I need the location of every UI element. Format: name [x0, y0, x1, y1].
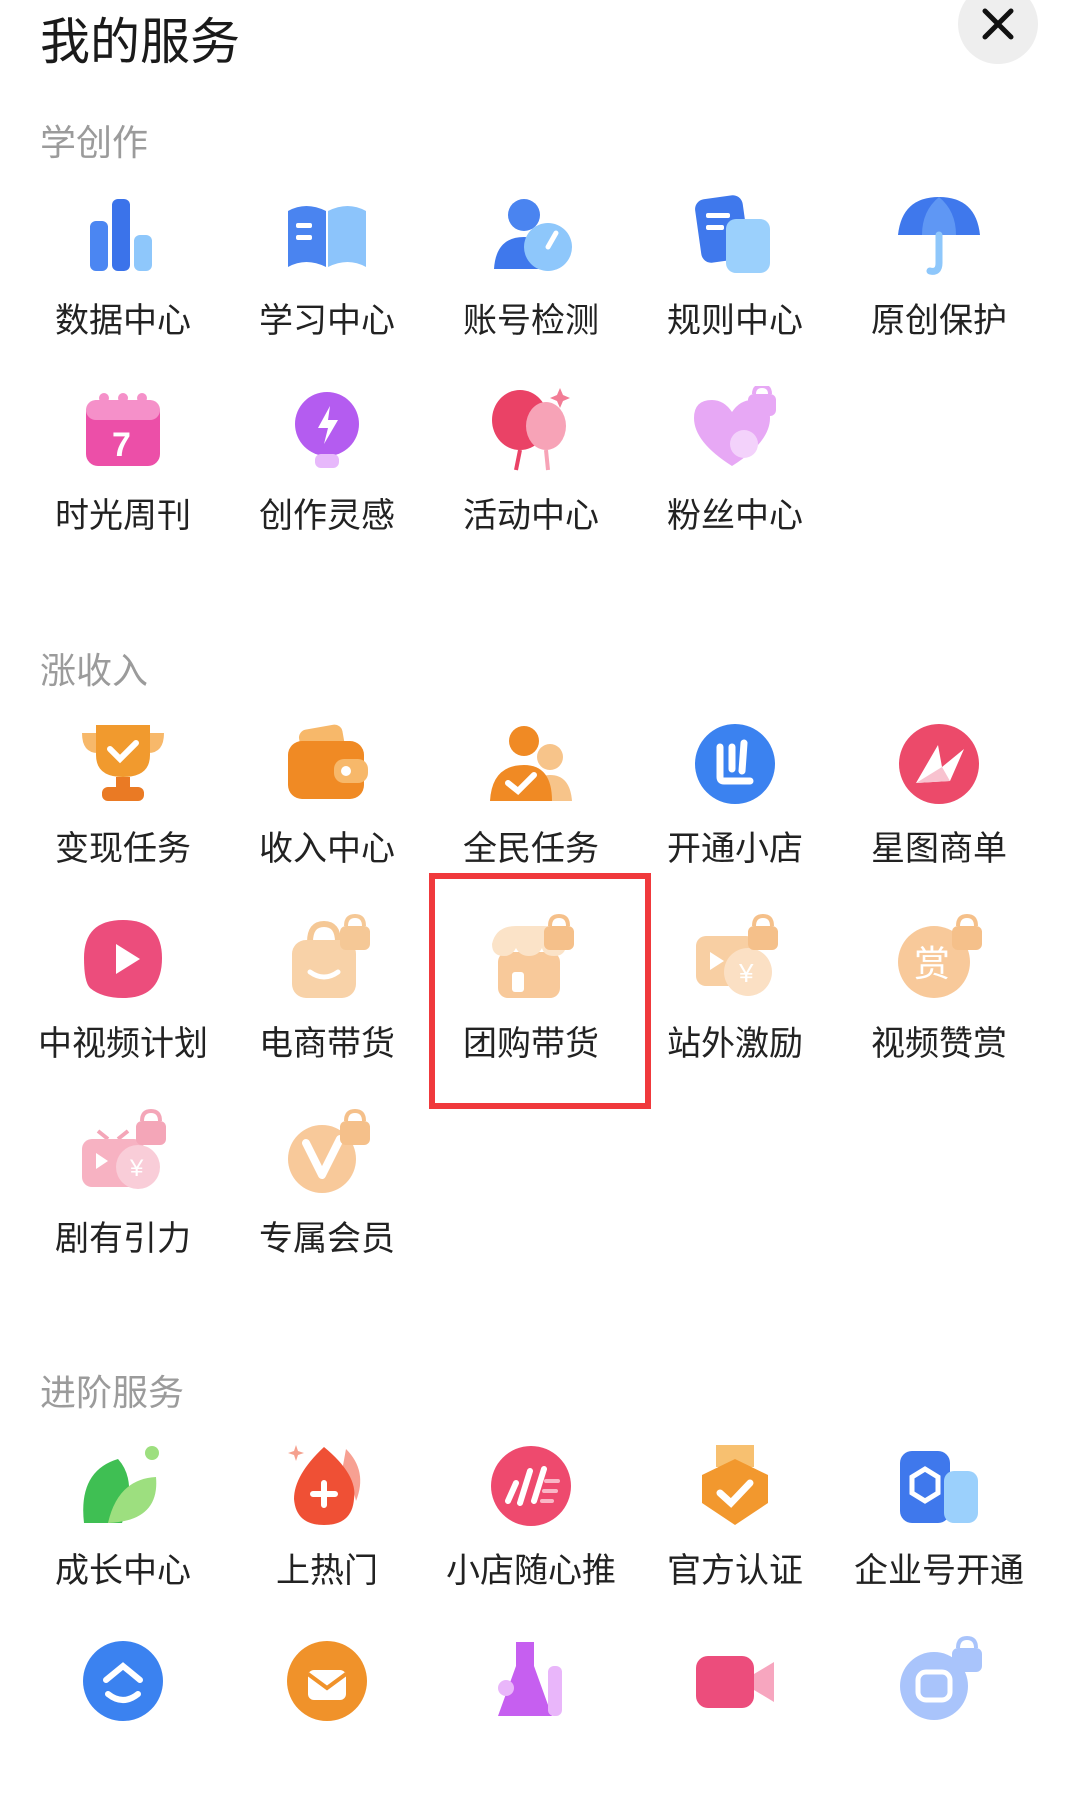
service-account-check[interactable]: 账号检测: [429, 191, 633, 371]
service-growth[interactable]: 成长中心: [21, 1441, 225, 1621]
close-icon: [982, 8, 1014, 40]
service-video-reward[interactable]: 赏 视频赞赏: [837, 914, 1041, 1094]
face-lock-icon: [894, 1636, 984, 1726]
service-star-map[interactable]: 星图商单: [837, 719, 1041, 899]
service-original-protect[interactable]: 原创保护: [837, 191, 1041, 371]
service-label: 专属会员: [259, 1219, 395, 1259]
fire-plus-icon: [282, 1441, 372, 1531]
service-label: 星图商单: [871, 829, 1007, 869]
service-official-cert[interactable]: 官方认证: [633, 1441, 837, 1621]
svg-text:¥: ¥: [129, 1155, 144, 1182]
service-label: 企业号开通: [854, 1551, 1024, 1591]
service-mid-video[interactable]: 中视频计划: [21, 914, 225, 1094]
reward-lock-icon: 赏: [894, 914, 984, 1004]
tv-yuan-lock-icon: ¥: [78, 1109, 168, 1199]
user-gauge-icon: [486, 191, 576, 281]
service-offsite[interactable]: ¥ 站外激励: [633, 914, 837, 1094]
flask-icon: [486, 1636, 576, 1726]
service-bottom-3[interactable]: [429, 1636, 633, 1816]
book-icon: [282, 191, 372, 281]
shop-logo-icon: [690, 719, 780, 809]
service-data-center[interactable]: 数据中心: [21, 191, 225, 371]
document-icon: [690, 191, 780, 281]
trophy-icon: [78, 719, 168, 809]
service-monetize-task[interactable]: 变现任务: [21, 719, 225, 899]
service-activity-center[interactable]: 活动中心: [429, 386, 633, 566]
leaf-icon: [78, 1441, 168, 1531]
v-badge-lock-icon: [282, 1109, 372, 1199]
boost-icon: [486, 1441, 576, 1531]
service-time-weekly[interactable]: 7 时光周刊: [21, 386, 225, 566]
bar-chart-icon: [78, 191, 168, 281]
service-hot[interactable]: 上热门: [225, 1441, 429, 1621]
service-study-center[interactable]: 学习中心: [225, 191, 429, 371]
svg-text:¥: ¥: [738, 958, 754, 988]
camera-icon: [690, 1636, 780, 1726]
service-vip[interactable]: 专属会员: [225, 1109, 429, 1289]
service-ecommerce[interactable]: 电商带货: [225, 914, 429, 1094]
video-yuan-lock-icon: ¥: [690, 914, 780, 1004]
svg-text:赏: 赏: [914, 944, 950, 985]
medal-icon: [690, 1441, 780, 1531]
service-drama[interactable]: ¥ 剧有引力: [21, 1109, 225, 1289]
shopping-bag-lock-icon: [282, 914, 372, 1004]
service-inspiration[interactable]: 创作灵感: [225, 386, 429, 566]
service-bottom-4[interactable]: [633, 1636, 837, 1816]
service-shop-push[interactable]: 小店随心推: [429, 1441, 633, 1621]
service-open-shop[interactable]: 开通小店: [633, 719, 837, 899]
service-income-center[interactable]: 收入中心: [225, 719, 429, 899]
star-map-icon: [894, 719, 984, 809]
people-check-icon: [486, 719, 576, 809]
service-bottom-1[interactable]: [21, 1636, 225, 1816]
envelope-badge-icon: [282, 1636, 372, 1726]
calendar-icon: 7: [78, 386, 168, 476]
service-mass-task[interactable]: 全民任务: [429, 719, 633, 899]
cloud-up-icon: [78, 1636, 168, 1726]
page-title: 我的服务: [40, 13, 240, 71]
section-title-advanced: 进阶服务: [40, 1373, 185, 1414]
heart-lock-icon: [690, 386, 780, 476]
svg-text:7: 7: [112, 426, 131, 464]
section-title-create: 学创作: [40, 123, 149, 164]
service-label: 粉丝中心: [667, 496, 803, 536]
service-label: 原创保护: [871, 301, 1007, 341]
highlight-box: [429, 873, 651, 1109]
balloon-icon: [486, 386, 576, 476]
play-icon: [78, 914, 168, 1004]
umbrella-icon: [894, 191, 984, 281]
wallet-icon: [282, 719, 372, 809]
service-enterprise[interactable]: 企业号开通: [837, 1441, 1041, 1621]
service-bottom-5[interactable]: [837, 1636, 1041, 1816]
close-button[interactable]: [958, 0, 1038, 64]
service-bottom-2[interactable]: [225, 1636, 429, 1816]
service-label: 视频赞赏: [871, 1024, 1007, 1064]
service-fans-center[interactable]: 粉丝中心: [633, 386, 837, 566]
lightbulb-icon: [282, 386, 372, 476]
service-rules-center[interactable]: 规则中心: [633, 191, 837, 371]
section-title-income: 涨收入: [40, 651, 149, 692]
enterprise-icon: [894, 1441, 984, 1531]
